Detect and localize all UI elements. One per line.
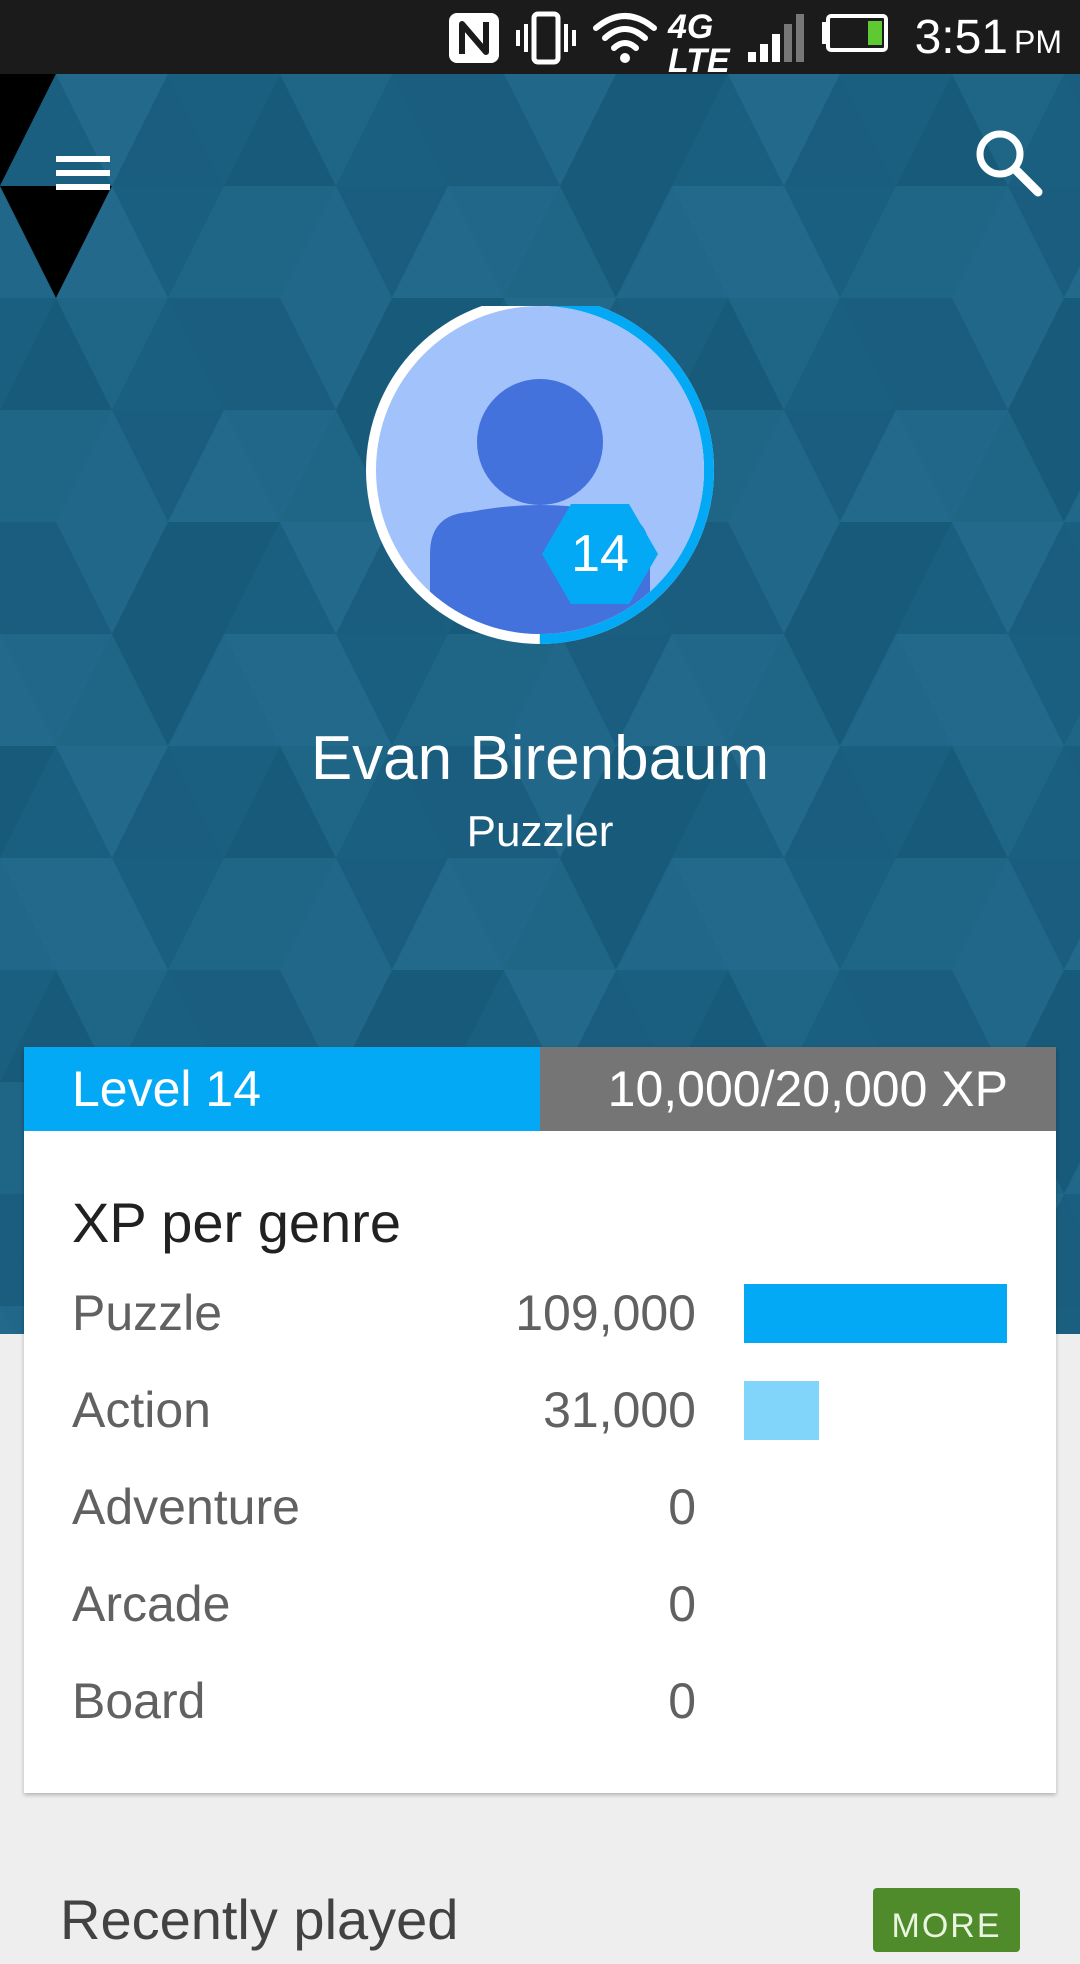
player-title: Puzzler <box>466 807 614 856</box>
genre-xp-bar <box>744 1381 819 1440</box>
genre-xp-value: 0 <box>668 1673 696 1729</box>
genre-row-puzzle: Puzzle 109,000 <box>24 1273 1056 1370</box>
svg-text:14: 14 <box>571 525 629 583</box>
more-button[interactable]: MORE <box>873 1888 1020 1952</box>
genre-row-arcade: Arcade 0 <box>24 1564 1056 1661</box>
xp-card: Level 14 10,000/20,000 XP XP per genre P… <box>24 1047 1056 1793</box>
genre-name: Adventure <box>72 1479 300 1535</box>
level-label: Level 14 <box>72 1061 262 1117</box>
genre-row-board: Board 0 <box>24 1661 1056 1758</box>
menu-icon[interactable] <box>36 122 132 218</box>
nfc-icon <box>449 13 499 63</box>
genre-xp-value: 0 <box>668 1479 696 1535</box>
avatar[interactable]: 14 <box>360 296 720 666</box>
genre-xp-value: 109,000 <box>515 1285 696 1341</box>
status-bar: 4G LTE 3:51 PM <box>0 0 1080 80</box>
genre-row-adventure: Adventure 0 <box>24 1467 1056 1564</box>
battery-icon <box>822 14 888 52</box>
genre-xp-value: 0 <box>668 1576 696 1632</box>
status-time: 3:51 PM <box>914 11 1062 64</box>
search-icon[interactable] <box>960 114 1056 210</box>
genre-list: Puzzle 109,000 Action 31,000 Adventure 0… <box>24 1273 1056 1758</box>
player-name: Evan Birenbaum <box>310 724 770 793</box>
signal-icon <box>748 14 804 62</box>
lte-icon: 4G LTE <box>668 8 730 80</box>
level-progress-bar: Level 14 10,000/20,000 XP <box>24 1047 1056 1131</box>
genre-xp-value: 31,000 <box>543 1382 696 1438</box>
recently-played-title: Recently played <box>60 1888 459 1951</box>
genre-name: Arcade <box>72 1576 231 1632</box>
xp-per-genre-title: XP per genre <box>72 1191 401 1254</box>
genre-name: Board <box>72 1673 206 1729</box>
wifi-icon <box>593 13 657 63</box>
genre-name: Action <box>72 1382 211 1438</box>
genre-name: Puzzle <box>72 1285 223 1341</box>
xp-label: 10,000/20,000 XP <box>607 1061 1008 1117</box>
genre-row-action: Action 31,000 <box>24 1370 1056 1467</box>
vibrate-icon <box>516 11 576 65</box>
genre-xp-bar <box>744 1284 1007 1343</box>
